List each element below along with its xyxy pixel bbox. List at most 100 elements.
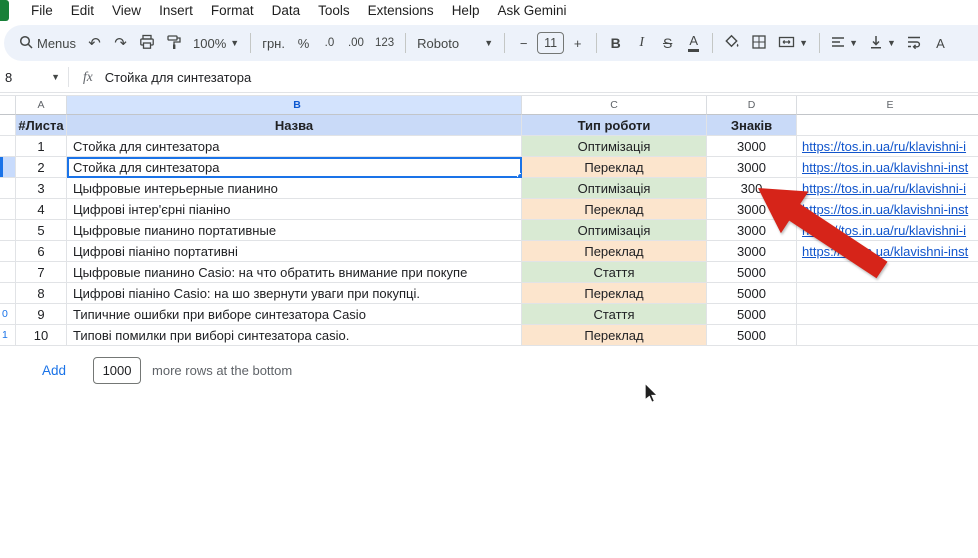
cell-name[interactable]: Цифрові інтер'єрні піаніно (67, 199, 522, 220)
link-text[interactable]: https://tos.in.ua/klavishni-inst (802, 160, 968, 175)
cell-link[interactable]: https://tos.in.ua/ru/klavishni-i (797, 178, 978, 199)
row-strip-cell[interactable] (0, 262, 16, 283)
menu-format[interactable]: Format (202, 2, 263, 19)
vertical-align-button[interactable]: ▼ (864, 29, 901, 57)
cell-link[interactable] (797, 325, 978, 346)
cell-link[interactable]: https://tos.in.ua/klavishni-inst (797, 199, 978, 220)
row-strip-cell[interactable]: 0 (0, 304, 16, 325)
menu-view[interactable]: View (103, 2, 150, 19)
link-text[interactable]: https://tos.in.ua/klavishni-inst (802, 202, 968, 217)
cell-type[interactable]: Переклад (522, 283, 707, 304)
cell-link[interactable]: https://tos.in.ua/ru/klavishni-i (797, 136, 978, 157)
cell-link[interactable]: https://tos.in.ua/ru/klavishni-i (797, 220, 978, 241)
menu-ask-gemini[interactable]: Ask Gemini (488, 2, 575, 19)
cell-type[interactable]: Оптимізація (522, 178, 707, 199)
cell-name[interactable]: Цыфровые пианино Casio: на что обратить … (67, 262, 522, 283)
menu-extensions[interactable]: Extensions (359, 2, 443, 19)
text-color-button[interactable]: A (681, 29, 706, 57)
row-strip-cell[interactable] (0, 283, 16, 304)
cell-name[interactable]: Типові помилки при виборі синтезатора ca… (67, 325, 522, 346)
decrease-decimal-button[interactable]: .0 (317, 29, 342, 57)
borders-button[interactable] (746, 29, 772, 57)
italic-button[interactable]: I (629, 29, 654, 57)
cell-name[interactable]: Типичние ошибки при виборе синтезатора C… (67, 304, 522, 325)
cell-chars[interactable]: 3000 (707, 157, 797, 178)
cell-listnum[interactable]: 7 (16, 262, 67, 283)
cell-chars[interactable]: 3000 (707, 220, 797, 241)
cell-link[interactable]: https://tos.in.ua/klavishni-inst (797, 157, 978, 178)
cell-type[interactable]: Переклад (522, 157, 707, 178)
cell-listnum[interactable]: 8 (16, 283, 67, 304)
column-header-d[interactable]: D (707, 96, 797, 115)
increase-font-size-button[interactable]: + (565, 29, 590, 57)
cell-chars[interactable]: 5000 (707, 283, 797, 304)
column-header-a[interactable]: A (16, 96, 67, 115)
cell-type[interactable]: Стаття (522, 262, 707, 283)
strikethrough-button[interactable]: S (655, 29, 680, 57)
cell-listnum[interactable]: 6 (16, 241, 67, 262)
menu-help[interactable]: Help (443, 2, 489, 19)
zoom-select[interactable]: 100%▼ (188, 29, 244, 57)
cell-listnum[interactable]: 4 (16, 199, 67, 220)
decrease-font-size-button[interactable]: − (511, 29, 536, 57)
row-strip-cell[interactable] (0, 220, 16, 241)
menus-search-button[interactable]: Menus (14, 29, 81, 57)
menu-edit[interactable]: Edit (62, 2, 103, 19)
increase-decimal-button[interactable]: .00 (343, 29, 369, 57)
link-text[interactable]: https://tos.in.ua/ru/klavishni-i (802, 181, 966, 196)
row-strip-cell[interactable] (0, 157, 16, 178)
cell-listnum[interactable]: 5 (16, 220, 67, 241)
cell-listnum[interactable]: 1 (16, 136, 67, 157)
header-listnum[interactable]: #Листа (16, 115, 67, 136)
cell-link[interactable] (797, 283, 978, 304)
column-header-b[interactable]: B (67, 96, 522, 115)
cell-chars[interactable]: 5000 (707, 325, 797, 346)
cell-listnum[interactable]: 2 (16, 157, 67, 178)
header-worktype[interactable]: Тип роботи (522, 115, 707, 136)
row-strip-cell[interactable] (0, 178, 16, 199)
cell-chars[interactable]: 5000 (707, 262, 797, 283)
text-wrap-button[interactable] (902, 29, 927, 57)
cell-type[interactable]: Стаття (522, 304, 707, 325)
link-text[interactable]: https://tos.in.ua/klavishni-inst (802, 244, 968, 259)
print-button[interactable] (134, 29, 160, 57)
merge-cells-button[interactable]: ▼ (773, 29, 813, 57)
horizontal-align-button[interactable]: ▼ (826, 29, 863, 57)
number-format-button[interactable]: 123 (370, 29, 399, 57)
cell-link[interactable] (797, 304, 978, 325)
cell-link[interactable] (797, 262, 978, 283)
fill-color-button[interactable] (719, 29, 745, 57)
row-strip-cell[interactable] (0, 136, 16, 157)
header-chars[interactable]: Знаків (707, 115, 797, 136)
menu-tools[interactable]: Tools (309, 2, 359, 19)
menu-data[interactable]: Data (263, 2, 310, 19)
undo-button[interactable]: ↶ (82, 29, 107, 57)
cell-chars[interactable]: 3000 (707, 136, 797, 157)
cell-listnum[interactable]: 3 (16, 178, 67, 199)
percent-format-button[interactable]: % (291, 29, 316, 57)
cell-name[interactable]: Цыфровые интерьерные пианино (67, 178, 522, 199)
cell-type[interactable]: Оптимізація (522, 136, 707, 157)
cell-link[interactable]: https://tos.in.ua/klavishni-inst (797, 241, 978, 262)
cell-listnum[interactable]: 9 (16, 304, 67, 325)
row-strip-cell[interactable]: 1 (0, 325, 16, 346)
rows-count-input[interactable] (93, 357, 141, 384)
menu-insert[interactable]: Insert (150, 2, 202, 19)
column-header-c[interactable]: C (522, 96, 707, 115)
font-select[interactable]: Roboto▼ (412, 29, 498, 57)
cell-name[interactable]: Цифрові піаніно Casio: на шо звернути ув… (67, 283, 522, 304)
row-strip-cell[interactable] (0, 241, 16, 262)
cell-name[interactable]: Цыфровые пианино портативные (67, 220, 522, 241)
header-link-empty[interactable] (797, 115, 978, 136)
cell-chars[interactable]: 300 (707, 178, 797, 199)
name-box[interactable]: 8 ▼ (0, 62, 68, 92)
link-text[interactable]: https://tos.in.ua/ru/klavishni-i (802, 223, 966, 238)
cell-name[interactable]: Цифрові піаніно портативні (67, 241, 522, 262)
cell-name[interactable]: Стойка для синтезатора (67, 136, 522, 157)
corner-cell[interactable] (0, 96, 16, 115)
add-rows-button[interactable]: Add (42, 363, 66, 378)
fill-handle[interactable] (517, 173, 522, 178)
cell-chars[interactable]: 5000 (707, 304, 797, 325)
cell-type[interactable]: Переклад (522, 241, 707, 262)
font-size-input[interactable]: 11 (537, 32, 564, 54)
